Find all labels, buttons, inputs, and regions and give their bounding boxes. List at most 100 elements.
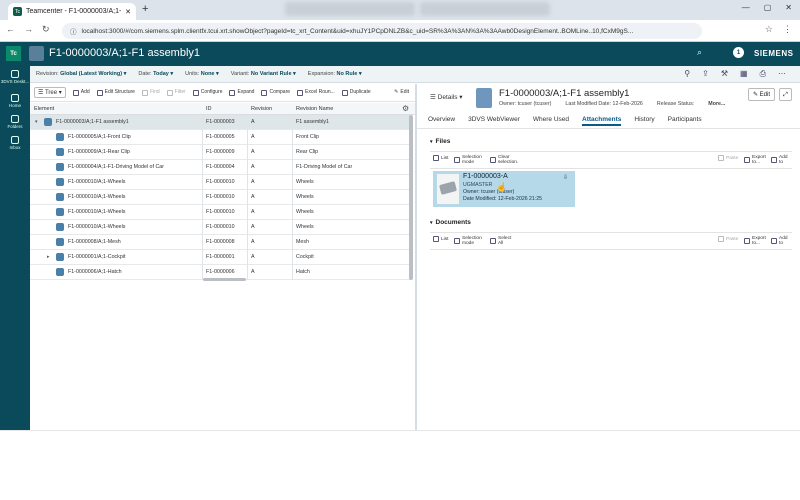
- documents-add-button[interactable]: Add to: [771, 236, 791, 246]
- cell-revision-name: Wheels: [296, 209, 314, 215]
- column-header-revision-name[interactable]: Revision Name: [296, 106, 333, 112]
- edit-structure-button[interactable]: Edit Structure: [96, 89, 135, 96]
- print-icon[interactable]: ⎙: [760, 69, 766, 79]
- file-date-modified: Date Modified: 12-Feb-2026 21:25: [463, 196, 543, 202]
- table-settings-icon[interactable]: ⚙: [402, 104, 409, 113]
- minimize-button[interactable]: —: [742, 3, 750, 12]
- variant-filter[interactable]: Variant: No Variant Rule ▾: [231, 71, 296, 77]
- teamcenter-logo-icon[interactable]: Tc: [6, 46, 21, 61]
- column-header-revision[interactable]: Revision: [251, 106, 272, 112]
- tab-history[interactable]: History: [634, 116, 654, 126]
- duplicate-button[interactable]: Duplicate: [341, 89, 371, 96]
- search-icon[interactable]: ⌕: [697, 47, 702, 58]
- expand-toggle-icon[interactable]: ▾: [35, 119, 38, 125]
- close-window-button[interactable]: ✕: [785, 3, 792, 12]
- home-icon: [11, 94, 19, 102]
- details-edit-button[interactable]: ✎ Edit: [748, 88, 775, 101]
- more-icon[interactable]: ⋯: [778, 69, 786, 79]
- rail-item-home[interactable]: Home: [0, 94, 30, 108]
- fullscreen-icon[interactable]: ⤢: [779, 88, 792, 101]
- url-field[interactable]: ⓘ localhost:3000/#/com.siemens.splm.clie…: [62, 23, 702, 39]
- browser-tab[interactable]: Tc Teamcenter - F1-0000003/A;1-F ✕: [8, 3, 136, 20]
- expand-button[interactable]: Expand: [229, 89, 254, 96]
- clear-selection-button[interactable]: Clear selection.: [490, 155, 522, 165]
- revision-filter[interactable]: Revision: Global (Latest Working) ▾: [36, 71, 126, 77]
- more-link[interactable]: More...: [708, 101, 725, 107]
- vertical-scrollbar[interactable]: [409, 115, 413, 280]
- browser-menu-icon[interactable]: ⋮: [783, 24, 792, 35]
- tree-view-dropdown[interactable]: ☰ Tree ▾: [34, 87, 66, 98]
- layout-icon[interactable]: ▦: [740, 69, 748, 79]
- documents-paste-button[interactable]: Paste: [718, 236, 738, 242]
- files-export-button[interactable]: Export to...: [744, 155, 768, 165]
- header-tool-icons: ⚲ ⇪ ⚒ ▦ ⎙ ⋯: [684, 69, 786, 79]
- compare-button[interactable]: Compare: [261, 89, 290, 96]
- column-separator: [247, 160, 248, 175]
- table-row[interactable]: ▸ F1-0000001/A;1-Cockpit F1-0000001 A Cockpi…: [30, 250, 412, 265]
- horizontal-scrollbar[interactable]: [203, 278, 246, 281]
- files-section-header[interactable]: ▾ Files: [430, 138, 792, 145]
- add-button[interactable]: Add: [72, 89, 90, 96]
- files-list-button[interactable]: List: [433, 155, 448, 161]
- close-tab-icon[interactable]: ✕: [125, 8, 131, 16]
- edit-button[interactable]: ✎ Edit: [394, 90, 409, 95]
- cell-element: F1-0000010/A;1-Wheels: [68, 209, 126, 215]
- table-row[interactable]: F1-0000005/A;1-Front Clip F1-0000005 A Fron…: [30, 130, 412, 145]
- files-selection-mode-button[interactable]: Selection mode: [454, 155, 486, 165]
- share-icon[interactable]: ⇪: [702, 69, 709, 79]
- configure-icon: [192, 89, 199, 96]
- tab-attachments[interactable]: Attachments: [582, 116, 622, 126]
- file-name[interactable]: F1-0000003-A: [463, 173, 508, 180]
- files-paste-button[interactable]: Paste: [718, 155, 738, 161]
- table-row[interactable]: F1-0000004/A;1-F1-Driving Model of Car F1…: [30, 160, 412, 175]
- rail-item-inbox[interactable]: Inbox: [0, 136, 30, 150]
- column-header-id[interactable]: ID: [206, 106, 212, 112]
- rail-item-folders[interactable]: Folders: [0, 115, 30, 129]
- tab-3dvs-webviewer[interactable]: 3DVS WebViewer: [468, 116, 520, 126]
- units-filter[interactable]: Units: None ▾: [185, 71, 219, 77]
- table-row[interactable]: ▾ F1-0000003/A;1-F1 assembly1 F1-0000003 A F…: [30, 115, 412, 130]
- export-icon: [744, 238, 750, 244]
- add-icon: [72, 89, 79, 96]
- tools-icon[interactable]: ⚒: [721, 69, 728, 79]
- notification-badge[interactable]: 1: [733, 47, 744, 58]
- configure-button[interactable]: Configure: [192, 89, 222, 96]
- cell-revision: A: [251, 239, 255, 245]
- download-icon[interactable]: ⇩: [563, 174, 568, 181]
- excel-roundtrip-button[interactable]: Excel Roun...: [297, 89, 335, 96]
- details-dropdown[interactable]: ☰ Details ▾: [430, 93, 463, 101]
- table-row[interactable]: F1-0000008/A;1-Mesh F1-0000008 A Mesh: [30, 235, 412, 250]
- documents-list-button[interactable]: List: [433, 236, 448, 242]
- documents-selection-mode-button[interactable]: Selection mode: [454, 236, 486, 246]
- expansion-filter[interactable]: Expansion: No Rule ▾: [308, 71, 362, 77]
- forward-arrow-icon[interactable]: →: [24, 24, 33, 35]
- release-status: Release Status:: [656, 101, 695, 107]
- documents-section-header[interactable]: ▾ Documents: [430, 219, 792, 226]
- rail-item-3dvs[interactable]: 3DVS Deskt...: [0, 70, 30, 84]
- table-row[interactable]: F1-0000010/A;1-Wheels F1-0000010 A Wheels: [30, 190, 412, 205]
- files-add-button[interactable]: Add to: [771, 155, 791, 165]
- date-filter[interactable]: Date: Today ▾: [138, 71, 173, 77]
- site-info-icon[interactable]: ⓘ: [70, 26, 77, 36]
- find-button[interactable]: Find: [141, 89, 160, 96]
- table-row[interactable]: F1-0000010/A;1-Wheels F1-0000010 A Wheels: [30, 175, 412, 190]
- pin-icon[interactable]: ⚲: [684, 69, 690, 79]
- table-row[interactable]: F1-0000009/A;1-Rear Clip F1-0000009 A Rear …: [30, 145, 412, 160]
- bookmark-star-icon[interactable]: ☆: [765, 24, 773, 35]
- table-row[interactable]: F1-0000010/A;1-Wheels F1-0000010 A Wheels: [30, 205, 412, 220]
- back-arrow-icon[interactable]: ←: [6, 24, 15, 35]
- expand-toggle-icon[interactable]: ▸: [47, 254, 50, 260]
- column-header-element[interactable]: Element: [34, 106, 54, 112]
- cell-revision-name: F1-Driving Model of Car: [296, 164, 353, 170]
- table-row[interactable]: F1-0000010/A;1-Wheels F1-0000010 A Wheels: [30, 220, 412, 235]
- select-all-button[interactable]: Select All: [490, 236, 514, 246]
- tab-participants[interactable]: Participants: [668, 116, 702, 126]
- reload-icon[interactable]: ↻: [42, 24, 50, 35]
- new-tab-button[interactable]: +: [142, 3, 148, 15]
- tab-where-used[interactable]: Where Used: [533, 116, 569, 126]
- filter-button[interactable]: Filter: [166, 89, 186, 96]
- column-separator: [202, 205, 203, 220]
- tab-overview[interactable]: Overview: [428, 116, 455, 126]
- documents-export-button[interactable]: Export to...: [744, 236, 768, 246]
- maximize-button[interactable]: ▢: [764, 3, 772, 12]
